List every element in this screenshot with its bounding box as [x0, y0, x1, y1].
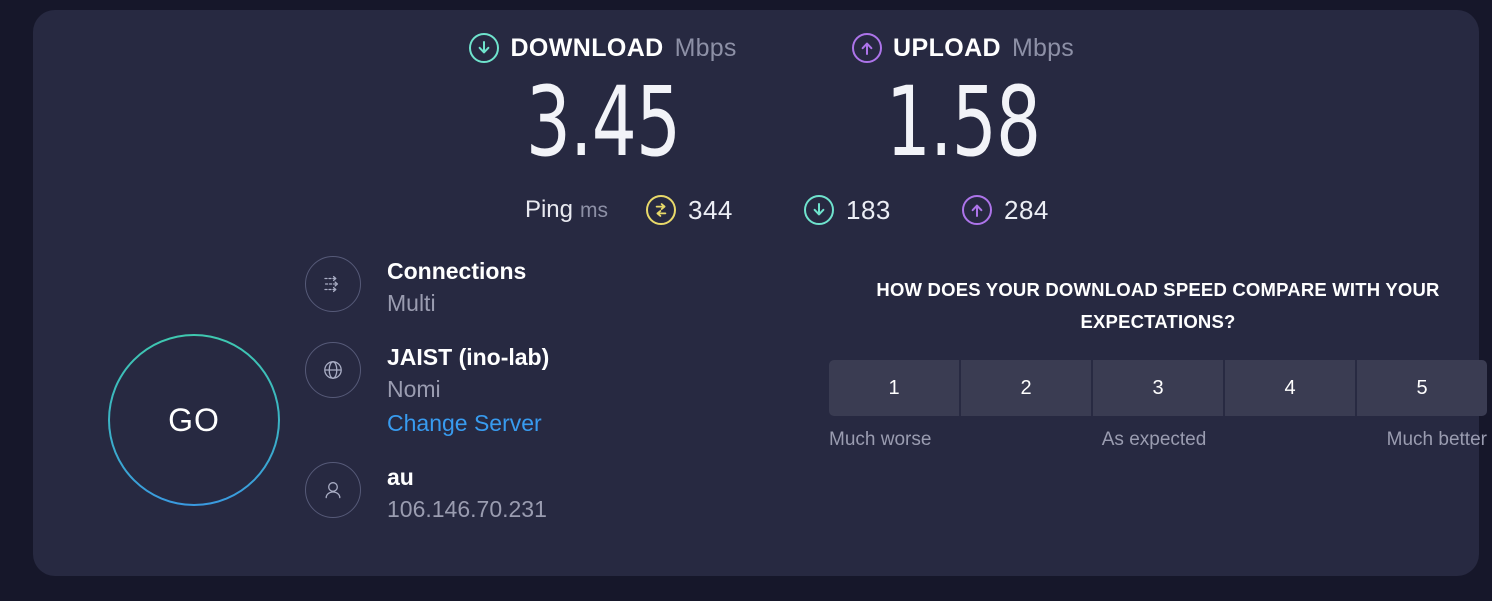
upload-label: UPLOAD — [893, 33, 1002, 62]
change-server-link[interactable]: Change Server — [387, 406, 542, 440]
rating-option-3[interactable]: 3 — [1093, 360, 1225, 416]
upload-unit: Mbps — [1012, 33, 1074, 62]
idle-latency-icon — [646, 195, 676, 225]
ping-row: Ping ms 344 183 284 — [438, 193, 1128, 227]
rating-option-1[interactable]: 1 — [829, 360, 961, 416]
rating-legend-mid: As expected — [1101, 429, 1207, 450]
ip-address: 106.146.70.231 — [387, 496, 547, 522]
download-value: 3.45 — [525, 66, 681, 178]
connections-title: Connections — [387, 258, 527, 284]
upload-arrow-icon — [962, 195, 992, 225]
ping-label: Ping — [524, 196, 573, 223]
ping-download-value: 183 — [846, 194, 891, 225]
download-arrow-icon — [804, 195, 834, 225]
result-panel: DOWNLOAD Mbps 3.45 UPLOAD Mbps 1.58 Ping… — [33, 10, 1487, 576]
globe-icon — [305, 342, 361, 398]
speed-results: DOWNLOAD Mbps 3.45 UPLOAD Mbps 1.58 — [33, 28, 1479, 193]
go-button[interactable]: GO — [108, 334, 280, 506]
rating-legend-low: Much worse — [829, 429, 932, 450]
ping-upload-metric: 284 — [934, 195, 1092, 226]
rating-option-2[interactable]: 2 — [961, 360, 1093, 416]
download-result-header: DOWNLOAD Mbps — [438, 28, 768, 68]
rating-scale: 1 2 3 4 5 — [829, 360, 1487, 416]
download-unit: Mbps — [674, 33, 737, 62]
server-info-row: JAIST (ino-lab) Nomi Change Server — [305, 342, 645, 440]
rating-option-5[interactable]: 5 — [1357, 360, 1487, 416]
go-button-label: GO — [168, 401, 220, 438]
multi-connections-icon — [305, 256, 361, 312]
rating-section: HOW DOES YOUR DOWNLOAD SPEED COMPARE WIT… — [829, 274, 1487, 451]
connections-value: Multi — [387, 290, 436, 316]
connection-info-list: Connections Multi JAIST (ino-lab) Nomi C… — [305, 253, 645, 548]
rating-legend: Much worse As expected Much better — [829, 429, 1487, 451]
rating-legend-high: Much better — [1386, 429, 1487, 450]
ping-upload-value: 284 — [1004, 194, 1049, 225]
ping-idle-value: 344 — [688, 194, 733, 225]
server-name: JAIST (ino-lab) — [387, 344, 550, 370]
upload-arrow-icon — [852, 33, 883, 63]
upload-result: UPLOAD Mbps 1.58 — [798, 28, 1128, 170]
download-arrow-icon — [469, 33, 500, 63]
download-label: DOWNLOAD — [510, 33, 664, 62]
ping-idle-metric: 344 — [618, 195, 776, 226]
client-info-row: au 106.146.70.231 — [305, 462, 645, 526]
ping-unit: ms — [580, 199, 608, 222]
rating-option-4[interactable]: 4 — [1225, 360, 1357, 416]
download-result: DOWNLOAD Mbps 3.45 — [438, 28, 768, 170]
rating-question: HOW DOES YOUR DOWNLOAD SPEED COMPARE WIT… — [876, 279, 1440, 332]
person-icon — [305, 462, 361, 518]
server-location: Nomi — [387, 376, 441, 402]
connections-info-row: Connections Multi — [305, 256, 645, 320]
ping-label-group: Ping ms — [438, 196, 618, 224]
speedtest-result-page: DOWNLOAD Mbps 3.45 UPLOAD Mbps 1.58 Ping… — [0, 0, 1492, 601]
upload-result-header: UPLOAD Mbps — [798, 28, 1128, 68]
ping-download-metric: 183 — [776, 195, 934, 226]
isp-name: au — [387, 464, 414, 490]
upload-value: 1.58 — [885, 66, 1041, 178]
